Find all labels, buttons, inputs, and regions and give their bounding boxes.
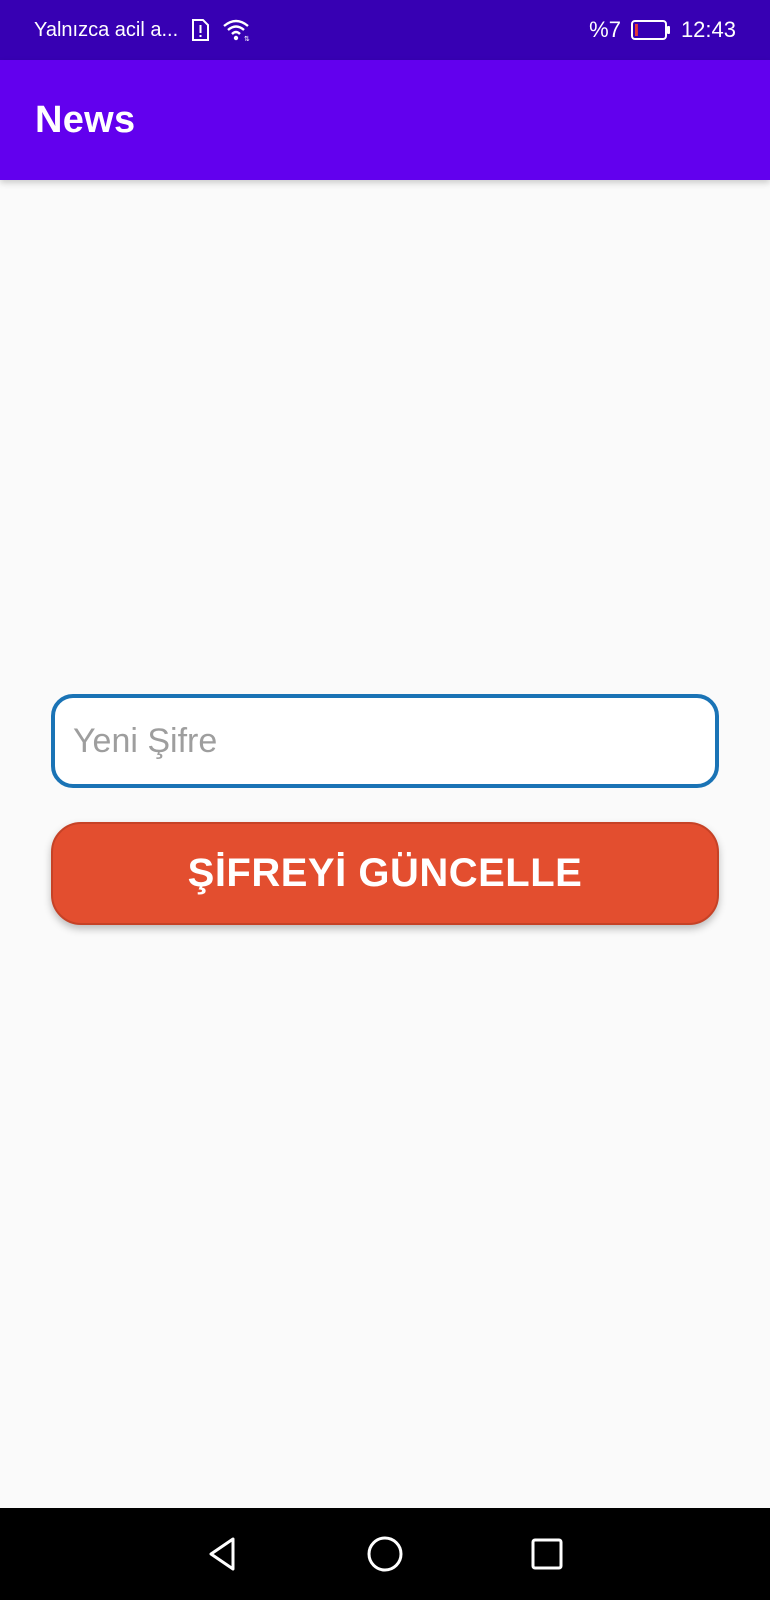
back-icon[interactable] xyxy=(188,1519,258,1589)
battery-percent: %7 xyxy=(589,17,621,42)
home-icon[interactable] xyxy=(350,1519,420,1589)
status-bar: Yalnızca acil a... ⇅ %7 12:43 xyxy=(0,0,770,60)
clock: 12:43 xyxy=(680,17,736,42)
wifi-icon: ⇅ xyxy=(222,18,252,42)
status-left: Yalnızca acil a... ⇅ xyxy=(34,18,252,43)
carrier-text: Yalnızca acil a... xyxy=(34,18,179,41)
new-password-input[interactable] xyxy=(51,694,719,788)
app-title: News xyxy=(35,98,136,141)
battery-icon xyxy=(630,19,671,41)
update-password-button[interactable]: ŞİFREYİ GÜNCELLE xyxy=(51,822,719,925)
navigation-bar xyxy=(0,1508,770,1600)
status-right: %7 12:43 xyxy=(589,17,736,43)
svg-text:⇅: ⇅ xyxy=(244,35,250,42)
app-bar: News xyxy=(0,60,770,180)
sim-alert-icon xyxy=(190,18,210,42)
recents-icon[interactable] xyxy=(512,1519,582,1589)
